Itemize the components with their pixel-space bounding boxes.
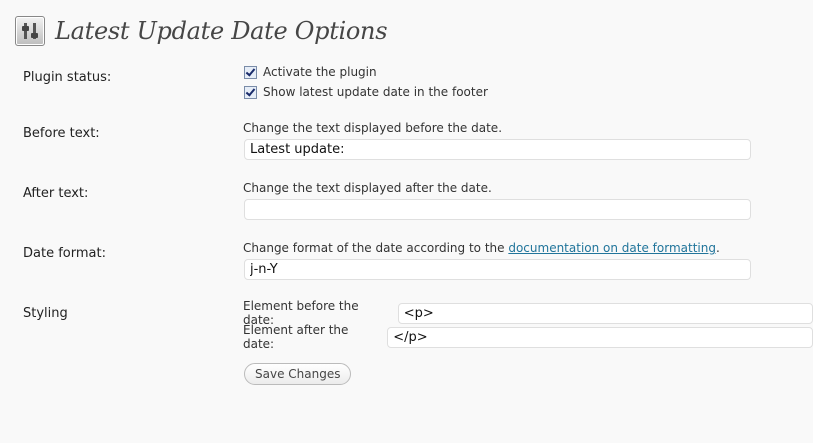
date-format-description-prefix: Change format of the date according to t…	[243, 241, 509, 255]
before-text-label: Before text:	[23, 126, 100, 141]
after-text-label: After text:	[23, 186, 89, 201]
show-footer-date-label: Show latest update date in the footer	[263, 85, 488, 99]
activate-plugin-option[interactable]: Activate the plugin	[244, 65, 377, 79]
element-after-input[interactable]	[387, 326, 813, 348]
plugin-status-label: Plugin status:	[23, 70, 112, 85]
before-text-input[interactable]	[244, 139, 751, 160]
after-text-input[interactable]	[244, 199, 751, 220]
settings-sliders-icon	[15, 16, 45, 46]
after-text-description: Change the text displayed after the date…	[243, 181, 492, 195]
show-footer-date-option[interactable]: Show latest update date in the footer	[244, 85, 488, 99]
activate-plugin-label: Activate the plugin	[263, 65, 377, 79]
element-before-input[interactable]	[397, 302, 813, 324]
show-footer-date-checkbox[interactable]	[244, 85, 257, 99]
date-formatting-docs-link[interactable]: documentation on date formatting	[508, 241, 716, 255]
activate-plugin-checkbox[interactable]	[244, 65, 257, 79]
page-header: Latest Update Date Options	[15, 14, 388, 48]
before-text-description: Change the text displayed before the dat…	[243, 121, 503, 135]
date-format-input[interactable]	[244, 259, 751, 280]
element-after-row: Element after the date:	[243, 323, 813, 351]
styling-label: Styling	[23, 306, 68, 321]
date-format-description-suffix: .	[715, 241, 720, 255]
page-title: Latest Update Date Options	[55, 17, 388, 45]
date-format-label: Date format:	[23, 246, 106, 261]
save-changes-button[interactable]: Save Changes	[244, 363, 352, 385]
date-format-description: Change format of the date according to t…	[243, 241, 720, 255]
element-after-label: Element after the date:	[243, 323, 349, 351]
